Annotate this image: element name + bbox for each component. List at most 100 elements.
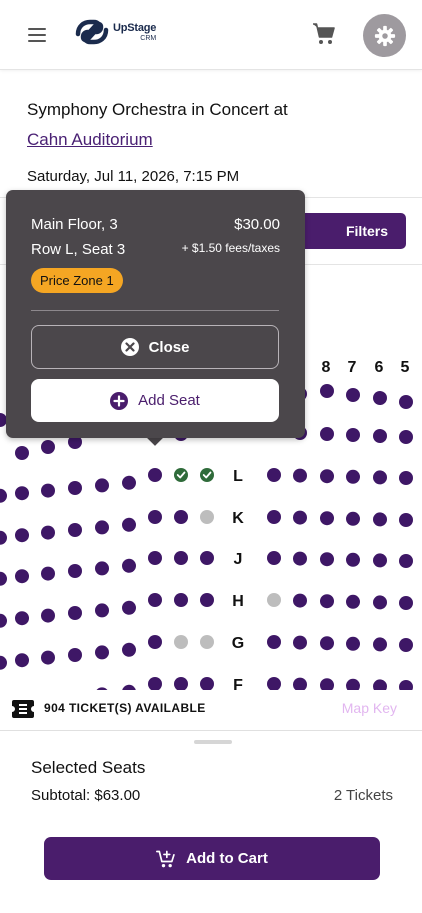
seat[interactable] [267, 510, 281, 524]
cart-icon[interactable] [312, 22, 336, 46]
add-to-cart-button[interactable]: Add to Cart [44, 837, 380, 880]
seat[interactable] [346, 678, 360, 690]
seat[interactable] [148, 551, 162, 565]
seat[interactable] [68, 648, 82, 662]
seat[interactable] [346, 552, 360, 567]
seat[interactable] [399, 395, 413, 409]
seat[interactable] [122, 600, 136, 615]
seat[interactable] [200, 677, 214, 690]
hamburger-icon[interactable] [28, 27, 46, 43]
seat[interactable] [399, 430, 413, 444]
seat[interactable] [122, 475, 136, 490]
seat[interactable] [200, 551, 214, 565]
seat[interactable] [41, 566, 55, 581]
seat[interactable] [68, 564, 82, 578]
seat[interactable] [15, 653, 29, 668]
seat[interactable] [346, 636, 360, 651]
seat[interactable] [15, 569, 29, 584]
seat[interactable] [399, 471, 413, 485]
seat[interactable] [200, 468, 214, 482]
seat[interactable] [293, 677, 307, 690]
seat[interactable] [41, 608, 55, 623]
add-seat-button[interactable]: Add Seat [31, 379, 279, 422]
seat[interactable] [15, 446, 29, 460]
seat[interactable] [346, 594, 360, 609]
map-key-link[interactable]: Map Key [342, 700, 397, 716]
seat[interactable] [346, 469, 360, 484]
seat[interactable] [399, 596, 413, 610]
seat[interactable] [68, 481, 82, 495]
seat[interactable] [148, 593, 162, 607]
seat[interactable] [95, 478, 109, 493]
settings-button[interactable] [363, 14, 406, 57]
seat[interactable] [373, 470, 387, 485]
seat[interactable] [174, 677, 188, 690]
seat[interactable] [148, 468, 162, 482]
seat[interactable] [373, 637, 387, 652]
seat[interactable] [267, 635, 281, 649]
seat[interactable] [320, 511, 334, 526]
seat[interactable] [293, 635, 307, 650]
seat[interactable] [122, 642, 136, 657]
seat[interactable] [346, 428, 360, 442]
drag-handle[interactable] [194, 740, 232, 744]
seat[interactable] [95, 645, 109, 660]
seat[interactable] [68, 606, 82, 620]
seat[interactable] [320, 636, 334, 651]
seat[interactable] [174, 468, 188, 482]
seat[interactable] [320, 552, 334, 567]
seat[interactable] [41, 440, 55, 454]
seat[interactable] [373, 679, 387, 690]
seat[interactable] [399, 638, 413, 652]
seat[interactable] [15, 486, 29, 501]
seat[interactable] [293, 593, 307, 608]
seat[interactable] [320, 384, 334, 398]
seat[interactable] [346, 511, 360, 526]
seat[interactable] [293, 510, 307, 525]
seat[interactable] [148, 635, 162, 649]
seat[interactable] [346, 388, 360, 402]
seat[interactable] [15, 611, 29, 626]
seat[interactable] [267, 468, 281, 482]
seat[interactable] [0, 530, 7, 545]
seat[interactable] [122, 517, 136, 532]
seat[interactable] [267, 677, 281, 690]
seat[interactable] [41, 650, 55, 665]
seat[interactable] [399, 680, 413, 690]
logo[interactable]: UpStage CRM [74, 17, 156, 47]
seat[interactable] [41, 483, 55, 498]
seat[interactable] [41, 525, 55, 540]
seat[interactable] [174, 510, 188, 524]
seat[interactable] [148, 510, 162, 524]
seat[interactable] [0, 571, 7, 586]
seat[interactable] [95, 520, 109, 535]
seat[interactable] [399, 554, 413, 568]
seat[interactable] [320, 427, 334, 441]
seat[interactable] [122, 558, 136, 573]
seat[interactable] [0, 655, 7, 670]
seat[interactable] [174, 593, 188, 607]
seat[interactable] [320, 678, 334, 690]
seat[interactable] [373, 391, 387, 405]
close-button[interactable]: Close [31, 325, 279, 369]
seat[interactable] [293, 468, 307, 483]
seat[interactable] [0, 613, 7, 628]
seat[interactable] [200, 593, 214, 607]
seat[interactable] [373, 553, 387, 568]
seat[interactable] [0, 488, 7, 503]
seat[interactable] [320, 594, 334, 609]
seat[interactable] [174, 551, 188, 565]
seat[interactable] [293, 551, 307, 566]
seat[interactable] [373, 595, 387, 610]
seat[interactable] [399, 513, 413, 527]
seat[interactable] [95, 603, 109, 618]
venue-link[interactable]: Cahn Auditorium [27, 130, 153, 150]
seat[interactable] [15, 528, 29, 543]
filters-button[interactable]: Filters [290, 213, 406, 249]
seat[interactable] [95, 561, 109, 576]
seat[interactable] [68, 523, 82, 537]
seat[interactable] [373, 512, 387, 527]
seat[interactable] [267, 551, 281, 565]
seat[interactable] [373, 429, 387, 443]
seat[interactable] [320, 469, 334, 484]
